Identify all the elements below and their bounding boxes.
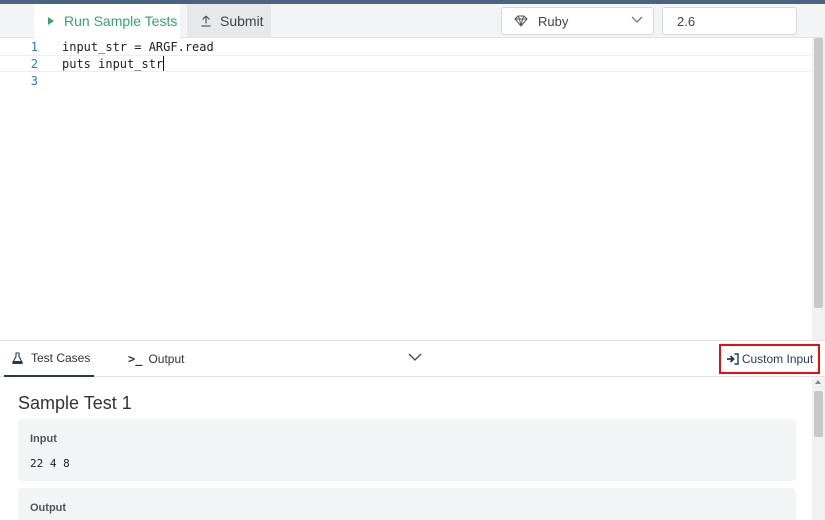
submit-button[interactable]: Submit [187, 4, 271, 38]
output-label: Output [30, 502, 67, 514]
version-value: 2.6 [677, 13, 696, 29]
text-cursor [163, 56, 165, 71]
editor-line[interactable]: 1 input_str = ARGF.read [0, 38, 812, 55]
input-box: Input 22 4 8 [18, 419, 796, 481]
run-sample-tests-label: Run Sample Tests [64, 13, 178, 29]
bottom-panel-tabs: Test Cases >_ Output Custom Input [0, 340, 825, 377]
test-results-panel: Sample Test 1 Input 22 4 8 Output [0, 377, 812, 520]
terminal-icon: >_ [128, 352, 143, 366]
editor-line-active[interactable]: 2 puts input_str [0, 55, 812, 72]
upload-icon [201, 15, 211, 27]
submit-label: Submit [220, 13, 264, 29]
output-box: Output [18, 488, 796, 520]
tab-test-cases[interactable]: Test Cases [4, 341, 94, 377]
run-sample-tests-button[interactable]: Run Sample Tests [34, 4, 180, 38]
input-value: 22 4 8 [30, 457, 70, 470]
play-icon [48, 17, 54, 25]
results-scrollbar[interactable] [812, 377, 825, 520]
tab-test-cases-label: Test Cases [31, 351, 91, 365]
line-number: 2 [30, 56, 38, 71]
chevron-down-icon[interactable] [408, 353, 422, 362]
editor-scrollbar[interactable] [812, 38, 825, 340]
sample-test-title: Sample Test 1 [18, 393, 132, 413]
editor-line[interactable]: 3 [0, 72, 812, 89]
tab-output[interactable]: >_ Output [128, 341, 208, 377]
sign-in-icon [726, 353, 739, 365]
line-number: 3 [30, 73, 38, 88]
tab-output-label: Output [148, 352, 185, 366]
flask-icon [12, 352, 23, 364]
code-text: puts input_str [62, 57, 164, 71]
results-scrollbar-thumb[interactable] [814, 391, 823, 437]
chevron-down-icon [631, 16, 643, 23]
line-number: 1 [30, 39, 38, 54]
custom-input-label: Custom Input [741, 352, 814, 366]
version-select[interactable]: 2.6 [662, 7, 797, 35]
scroll-up-arrow-icon[interactable] [815, 380, 821, 384]
language-select[interactable]: Ruby [501, 7, 654, 35]
code-editor[interactable]: 1 input_str = ARGF.read 2 puts input_str… [0, 38, 812, 340]
editor-toolbar: Run Sample Tests Submit Ruby 2.6 [0, 4, 825, 38]
language-value: Ruby [538, 13, 569, 29]
custom-input-button[interactable]: Custom Input [719, 344, 820, 374]
code-line[interactable]: puts input_str [62, 56, 165, 71]
input-label: Input [30, 433, 57, 445]
ruby-gem-icon [514, 15, 528, 27]
code-line[interactable]: input_str = ARGF.read [62, 40, 214, 54]
editor-scrollbar-thumb[interactable] [814, 38, 823, 308]
